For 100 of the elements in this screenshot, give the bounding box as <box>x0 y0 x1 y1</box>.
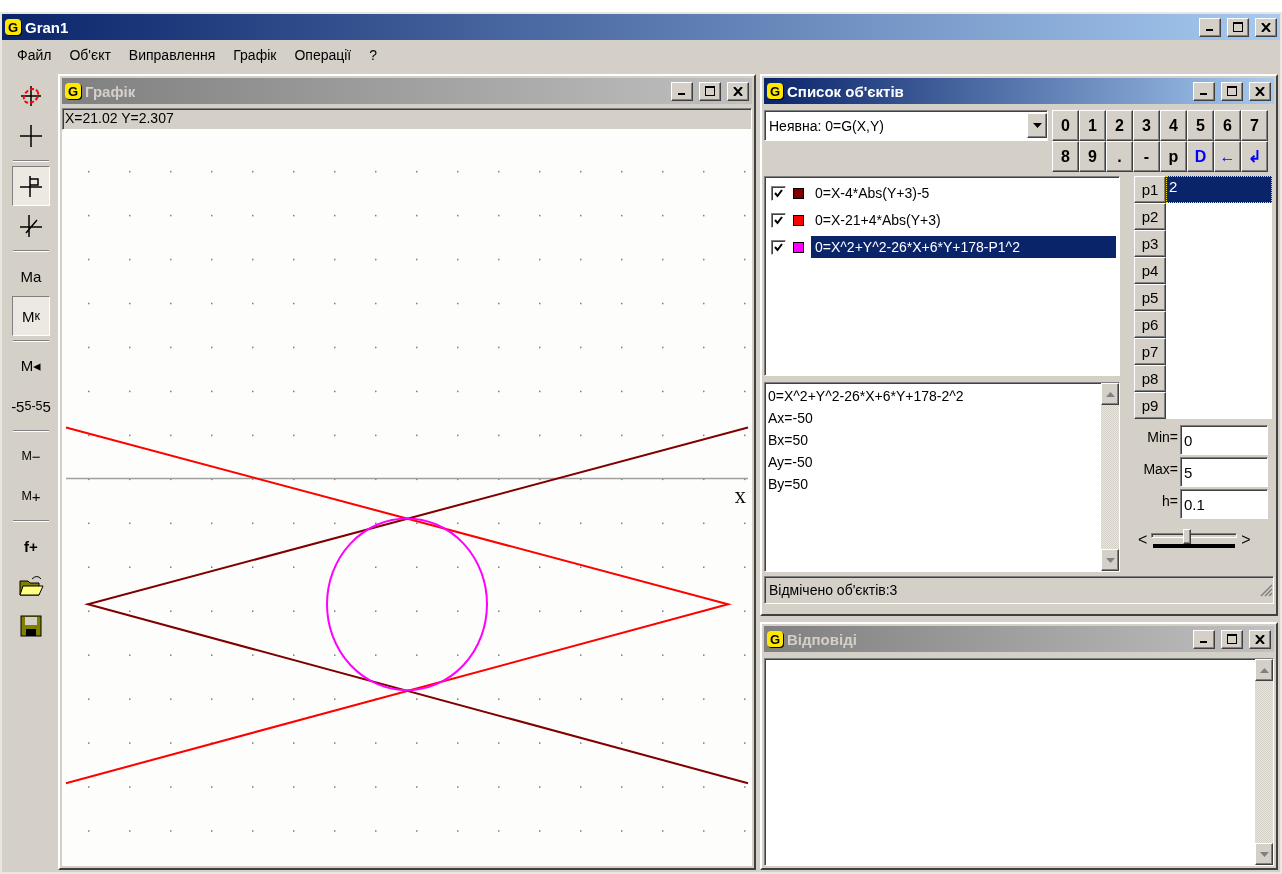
key-button[interactable]: 6 <box>1214 110 1241 141</box>
previous-button[interactable]: < <box>1134 531 1152 549</box>
param-button[interactable]: p5 <box>1134 284 1166 311</box>
key-button[interactable]: 9 <box>1079 141 1106 172</box>
details-line: Bx=50 <box>768 431 810 450</box>
maximize-button[interactable] <box>699 81 721 101</box>
details-line: 0=X^2+Y^2-26*X+6*Y+178-2^2 <box>768 387 965 406</box>
range-field[interactable]: 0.1 <box>1180 489 1268 519</box>
param-button[interactable]: p9 <box>1134 392 1166 419</box>
dropdown-button[interactable] <box>1027 113 1047 138</box>
slider-thumb[interactable] <box>1183 529 1192 544</box>
scroll-down-button[interactable] <box>1255 843 1273 865</box>
param-button[interactable]: p1 <box>1134 176 1166 203</box>
param-button[interactable]: p6 <box>1134 311 1166 338</box>
scrollbar[interactable] <box>1101 383 1119 571</box>
tool-button[interactable]: Ma <box>12 256 50 296</box>
app-logo: G <box>5 19 21 35</box>
crosshair-flag-icon <box>18 173 44 199</box>
crosshair-slash-icon <box>18 213 44 239</box>
key-button[interactable]: - <box>1133 141 1160 172</box>
coordinates-bar: X=21.02 Y=2.307 <box>62 108 752 130</box>
window-title: Список об'єктів <box>787 82 905 100</box>
param-button[interactable]: p7 <box>1134 338 1166 365</box>
close-button[interactable] <box>1249 81 1271 101</box>
range-label: h= <box>1161 492 1178 511</box>
slider-track[interactable] <box>1151 529 1238 551</box>
range-label: Max= <box>1142 460 1178 479</box>
minimize-button[interactable] <box>671 81 693 101</box>
close-icon <box>1261 22 1271 32</box>
menu-item[interactable]: Об'єкт <box>60 45 120 65</box>
menu-item[interactable]: ? <box>360 45 387 65</box>
key-button[interactable]: 8 <box>1052 141 1079 172</box>
tool-button[interactable] <box>12 166 50 206</box>
window-title: Відповіді <box>787 630 858 648</box>
range-field[interactable]: 0 <box>1180 425 1268 455</box>
param-value-cell[interactable] <box>1166 392 1272 419</box>
details-line: Ax=-50 <box>768 409 814 428</box>
key-button[interactable]: ← <box>1214 141 1241 172</box>
key-button[interactable]: D <box>1187 141 1214 172</box>
menu-item[interactable]: Операції <box>285 45 361 65</box>
maximize-button[interactable] <box>1221 81 1243 101</box>
range-field[interactable]: 5 <box>1180 457 1268 487</box>
scroll-up-button[interactable] <box>1255 659 1273 681</box>
save-icon <box>18 613 44 639</box>
app-logo: G <box>767 83 783 99</box>
folder-icon <box>18 573 44 599</box>
down-arrow-icon <box>1259 851 1269 857</box>
close-button[interactable] <box>1255 17 1277 37</box>
list-item[interactable]: 0=X-21+4*Abs(Y+3) <box>811 209 1116 231</box>
range-label: Min= <box>1146 428 1178 447</box>
caret-icon <box>1032 123 1042 128</box>
minimize-button[interactable] <box>1199 17 1221 37</box>
key-button[interactable]: 1 <box>1079 110 1106 141</box>
close-icon <box>1255 86 1265 96</box>
tool-button[interactable]: M◂ <box>12 346 50 386</box>
menu-item[interactable]: Виправлення <box>119 45 225 65</box>
param-button[interactable]: p4 <box>1134 257 1166 284</box>
curve-axes-icon <box>18 83 44 109</box>
tool-button[interactable]: f+ <box>12 526 50 566</box>
scroll-up-button[interactable] <box>1101 383 1119 405</box>
param-value-cell[interactable] <box>1166 203 1272 230</box>
key-button[interactable]: 5 <box>1187 110 1214 141</box>
menu-item[interactable]: Графік <box>224 45 286 65</box>
app-logo: G <box>65 83 81 99</box>
minimize-button[interactable] <box>1193 629 1215 649</box>
down-arrow-icon <box>1105 557 1115 563</box>
key-button[interactable]: . <box>1106 141 1133 172</box>
key-button[interactable]: 7 <box>1241 110 1268 141</box>
maximize-icon <box>705 86 715 96</box>
maximize-button[interactable] <box>1221 629 1243 649</box>
details-line: By=50 <box>768 475 810 494</box>
type-dropdown[interactable]: Неявна: 0=G(X,Y) <box>764 110 1048 141</box>
minimize-button[interactable] <box>1193 81 1215 101</box>
scrollbar[interactable] <box>1255 659 1273 865</box>
app-logo: G <box>767 631 783 647</box>
details-line: Ay=-50 <box>768 453 814 472</box>
key-button[interactable]: 2 <box>1106 110 1133 141</box>
crosshair-icon <box>18 123 44 149</box>
app-title: Gran1 <box>25 18 70 36</box>
key-button[interactable]: ↲ <box>1241 141 1268 172</box>
param-button[interactable]: p2 <box>1134 203 1166 230</box>
close-icon <box>1255 634 1265 644</box>
key-button[interactable]: p <box>1160 141 1187 172</box>
next-button[interactable]: > <box>1237 531 1255 549</box>
close-button[interactable] <box>727 81 749 101</box>
param-button[interactable]: p8 <box>1134 365 1166 392</box>
key-button[interactable]: 3 <box>1133 110 1160 141</box>
param-button[interactable]: p3 <box>1134 230 1166 257</box>
window-title: Графік <box>85 82 137 100</box>
close-icon <box>733 86 743 96</box>
scroll-down-button[interactable] <box>1101 549 1119 571</box>
menu-item[interactable]: Файл <box>8 45 61 65</box>
list-item[interactable]: 0=X-4*Abs(Y+3)-5 <box>811 182 1116 204</box>
key-button[interactable]: 0 <box>1052 110 1079 141</box>
maximize-button[interactable] <box>1227 17 1249 37</box>
key-button[interactable]: 4 <box>1160 110 1187 141</box>
check-icon <box>774 188 783 198</box>
list-item[interactable]: 0=X^2+Y^2-26*X+6*Y+178-P1^2 <box>811 236 1116 258</box>
close-button[interactable] <box>1249 629 1271 649</box>
param-value-cell[interactable]: 2 <box>1166 176 1272 203</box>
